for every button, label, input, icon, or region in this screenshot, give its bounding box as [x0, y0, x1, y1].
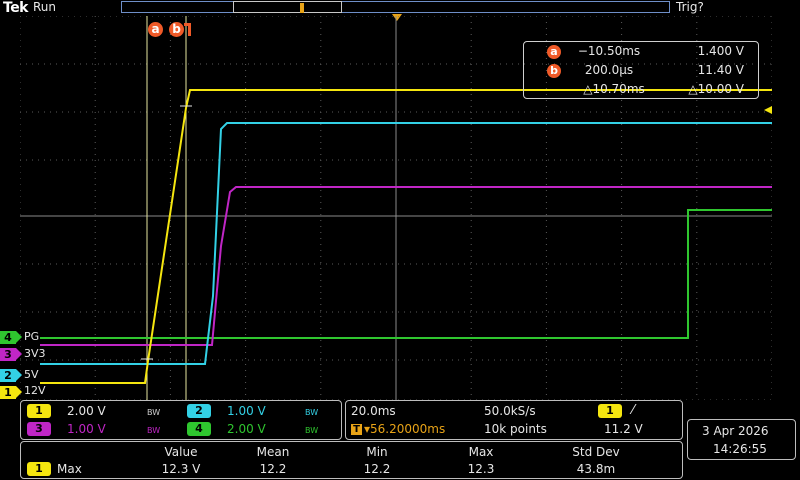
ch1-scale[interactable]: 2.00 V: [67, 404, 106, 418]
horizontal-position[interactable]: ▾56.20000ms: [364, 422, 445, 436]
ch3-ground-marker[interactable]: 3: [0, 348, 22, 361]
current-time: 14:26:55: [713, 442, 767, 456]
record-view-window[interactable]: [233, 1, 342, 13]
ch1-label: 12V: [24, 384, 46, 397]
meas-header-min: Min: [366, 445, 388, 459]
ch3-waveform: [40, 186, 772, 346]
ch2-scale[interactable]: 1.00 V: [227, 404, 266, 418]
ch2-badge[interactable]: 2: [187, 404, 211, 418]
ch1-badge[interactable]: 1: [27, 404, 51, 418]
ch3-label: 3V3: [24, 347, 46, 360]
meas-header-value: Value: [164, 445, 198, 459]
cursor-b-voltage: 11.40 V: [697, 63, 744, 77]
trigger-level-icon[interactable]: [764, 106, 772, 114]
ch1-bw-limit: BW: [147, 408, 161, 417]
cursor-readout-panel[interactable]: a −10.50ms 1.400 V b 200.0µs 11.40 V △10…: [523, 41, 759, 99]
ch1-waveform: [40, 89, 772, 384]
cursor-a-handle[interactable]: a: [148, 22, 163, 37]
cursor-b-time: 200.0µs: [584, 63, 634, 77]
meas-source-badge[interactable]: 1: [27, 462, 51, 476]
horizontal-scale[interactable]: 20.0ms: [351, 404, 396, 418]
meas-name[interactable]: Max: [57, 462, 82, 476]
ch2-ground-marker[interactable]: 2: [0, 369, 22, 382]
sample-rate: 50.0kS/s: [484, 404, 536, 418]
meas-min: 12.2: [363, 462, 391, 476]
measurement-panel[interactable]: Value Mean Min Max Std Dev 1 Max 12.3 V …: [20, 441, 683, 479]
meas-header-stddev: Std Dev: [572, 445, 620, 459]
ch1-ground-marker[interactable]: 1: [0, 386, 22, 399]
acquisition-status[interactable]: Run: [33, 0, 56, 14]
ch3-scale[interactable]: 1.00 V: [67, 422, 106, 436]
cursor-delta-time: △10.70ms: [583, 82, 645, 96]
cursor-a-time: −10.50ms: [577, 44, 641, 58]
ch4-scale[interactable]: 2.00 V: [227, 422, 266, 436]
current-date: 3 Apr 2026: [702, 424, 769, 438]
trigger-source-badge[interactable]: 1: [598, 404, 622, 418]
ch4-badge[interactable]: 4: [187, 422, 211, 436]
cursor-a-icon: a: [547, 45, 561, 59]
ch3-badge[interactable]: 3: [27, 422, 51, 436]
meas-value: 12.3 V: [161, 462, 201, 476]
ch4-ground-marker[interactable]: 4: [0, 331, 22, 344]
ch3-bw-limit: BW: [147, 426, 161, 435]
channel-scale-panel[interactable]: 1 2.00 V BW 2 1.00 V BW 3 1.00 V BW 4 2.…: [20, 400, 342, 440]
cursor-delta-voltage: △10.00 V: [688, 82, 744, 96]
cursor-a-voltage: 1.400 V: [697, 44, 744, 58]
ch4-bw-limit: BW: [305, 426, 319, 435]
record-length[interactable]: 10k points: [484, 422, 547, 436]
ch4-label: PG: [24, 330, 40, 343]
ch4-waveform: [40, 209, 772, 339]
trigger-position-marker: [300, 3, 304, 13]
trigger-level[interactable]: 11.2 V: [604, 422, 643, 436]
ch2-label: 5V: [24, 368, 39, 381]
meas-mean: 12.2: [259, 462, 287, 476]
cursor-b-icon: b: [547, 64, 561, 78]
meas-header-max: Max: [468, 445, 494, 459]
meas-header-mean: Mean: [256, 445, 290, 459]
cursor-b-marker-icon: [184, 23, 191, 36]
ch2-waveform: [40, 122, 772, 365]
meas-max: 12.3: [467, 462, 495, 476]
trigger-t-icon: T: [351, 424, 362, 435]
datetime-panel[interactable]: 3 Apr 2026 14:26:55: [687, 419, 796, 460]
timebase-trigger-panel[interactable]: 20.0ms 50.0kS/s T ▾56.20000ms 10k points…: [345, 400, 683, 440]
ch2-bw-limit: BW: [305, 408, 319, 417]
cursor-b-handle[interactable]: b: [169, 22, 184, 37]
meas-stddev: 43.8m: [576, 462, 616, 476]
trigger-status: Trig?: [676, 0, 704, 14]
trigger-slope-icon[interactable]: ⁄: [632, 403, 634, 418]
record-overview-bar[interactable]: [121, 1, 670, 13]
brand-logo: Tek: [3, 0, 29, 16]
